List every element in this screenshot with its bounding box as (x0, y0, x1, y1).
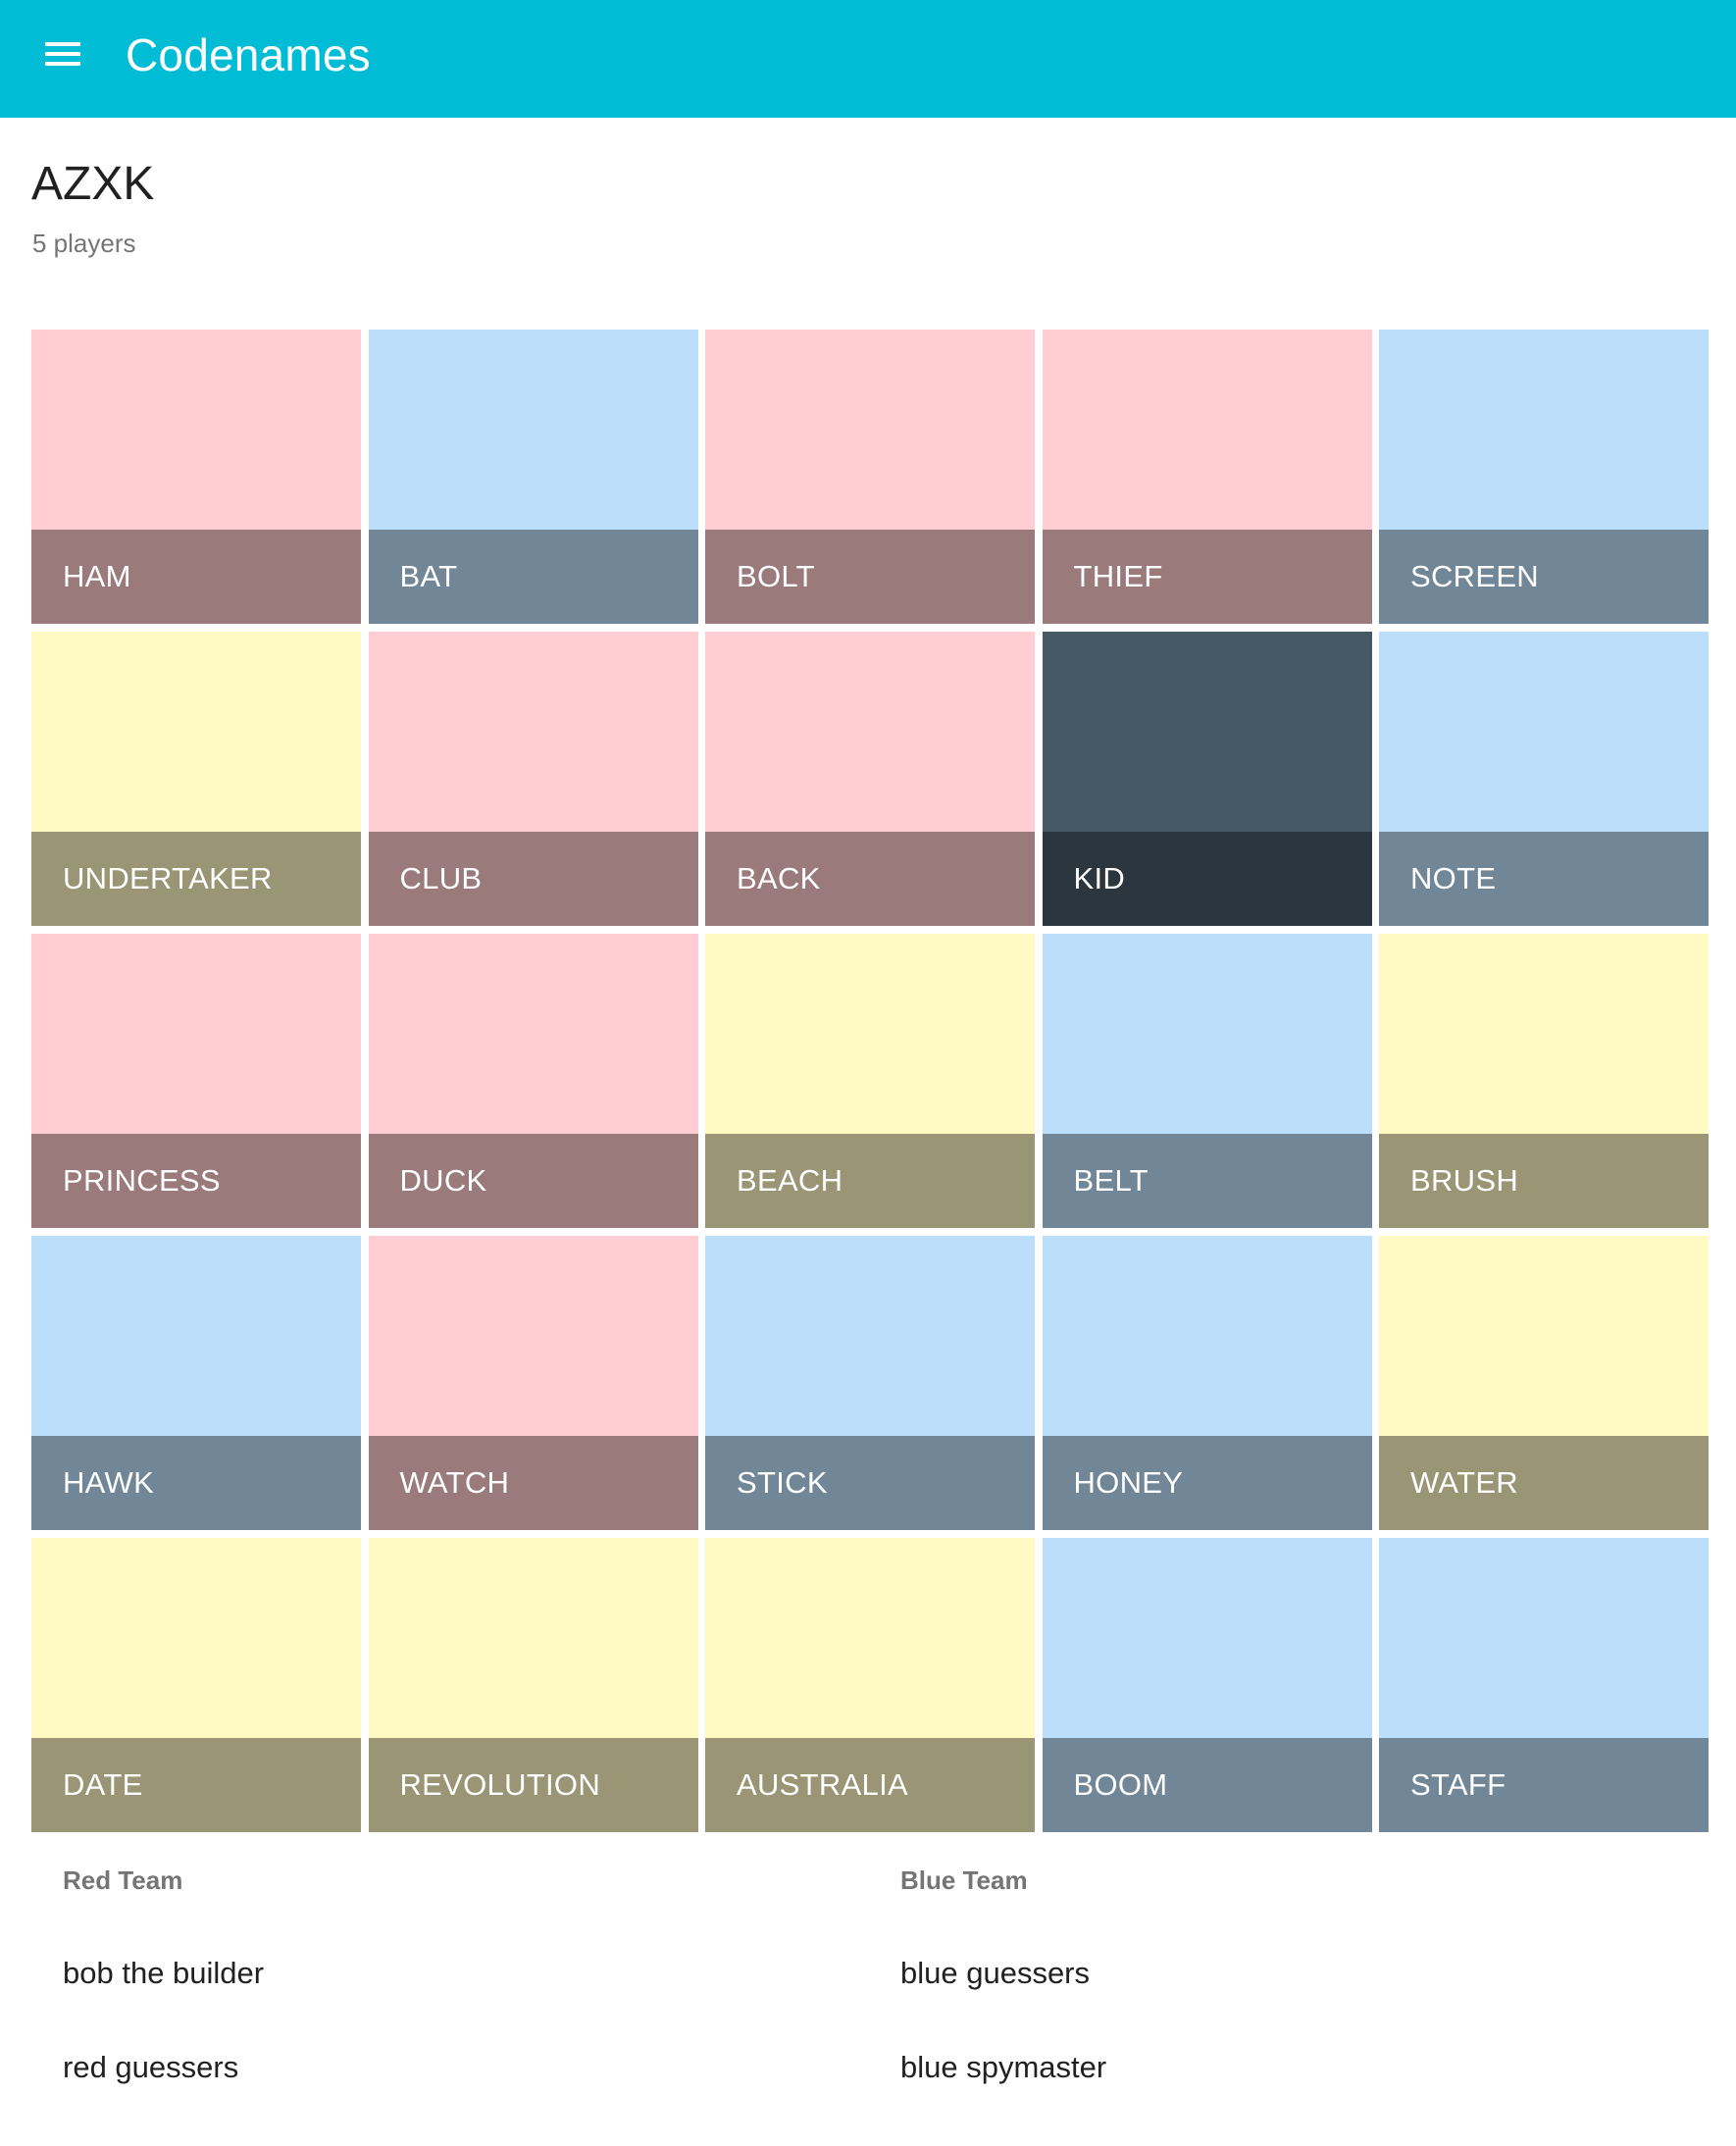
word-card-revolution[interactable]: REVOLUTION (368, 1538, 698, 1832)
word-card-label: SCREEN (1410, 559, 1539, 593)
word-card-label: STAFF (1410, 1767, 1506, 1802)
word-card-label: WATCH (399, 1465, 510, 1500)
word-card-label: BAT (399, 559, 458, 593)
word-card-label-band: CLUB (368, 832, 698, 926)
word-card-label: BOLT (737, 559, 815, 593)
menu-bar-middle (45, 52, 80, 56)
player-count: 5 players (32, 229, 136, 258)
word-card-label-band: WATER (1379, 1436, 1709, 1530)
word-card-label-band: BOOM (1042, 1738, 1372, 1832)
word-card-screen[interactable]: SCREEN (1379, 330, 1709, 624)
word-card-label: BACK (737, 861, 821, 895)
word-card-date[interactable]: DATE (31, 1538, 361, 1832)
hamburger-menu-icon[interactable] (35, 26, 90, 80)
word-card-label: REVOLUTION (399, 1767, 601, 1802)
word-card-brush[interactable]: BRUSH (1379, 934, 1709, 1228)
blue-team-header: Blue Team (900, 1865, 1028, 1895)
word-card-label-band: STICK (705, 1436, 1035, 1530)
word-card-label-band: UNDERTAKER (31, 832, 361, 926)
word-card-duck[interactable]: DUCK (368, 934, 698, 1228)
word-card-princess[interactable]: PRINCESS (31, 934, 361, 1228)
word-card-label-band: WATCH (368, 1436, 698, 1530)
word-card-note[interactable]: NOTE (1379, 632, 1709, 926)
menu-bar-top (45, 42, 80, 46)
word-card-label: HAM (63, 559, 131, 593)
word-card-label: BOOM (1073, 1767, 1168, 1802)
word-card-stick[interactable]: STICK (705, 1236, 1035, 1530)
blue-team-member[interactable]: blue guessers (900, 1954, 1090, 1993)
word-card-watch[interactable]: WATCH (368, 1236, 698, 1530)
word-card-label: HONEY (1073, 1465, 1184, 1500)
word-card-beach[interactable]: BEACH (705, 934, 1035, 1228)
word-card-label-band: BELT (1042, 1134, 1372, 1228)
word-card-label-band: PRINCESS (31, 1134, 361, 1228)
word-card-label: NOTE (1410, 861, 1497, 895)
word-card-label: KID (1073, 861, 1126, 895)
word-card-label-band: THIEF (1042, 530, 1372, 624)
word-card-label: BELT (1073, 1163, 1149, 1198)
word-card-label-band: HAM (31, 530, 361, 624)
word-card-label-band: AUSTRALIA (705, 1738, 1035, 1832)
app-bar: Codenames (0, 0, 1736, 118)
word-card-back[interactable]: BACK (705, 632, 1035, 926)
word-card-belt[interactable]: BELT (1042, 934, 1372, 1228)
word-card-label: DUCK (399, 1163, 487, 1198)
word-card-water[interactable]: WATER (1379, 1236, 1709, 1530)
word-card-hawk[interactable]: HAWK (31, 1236, 361, 1530)
word-card-label-band: BRUSH (1379, 1134, 1709, 1228)
word-card-honey[interactable]: HONEY (1042, 1236, 1372, 1530)
word-card-label: AUSTRALIA (737, 1767, 908, 1802)
word-card-label-band: HONEY (1042, 1436, 1372, 1530)
word-card-kid[interactable]: KID (1042, 632, 1372, 926)
word-card-club[interactable]: CLUB (368, 632, 698, 926)
game-board: HAM BAT BOLT THIEF SCREEN UNDERTAKER CLUB BACK K… (31, 330, 1709, 1832)
word-card-label-band: SCREEN (1379, 530, 1709, 624)
red-team-member[interactable]: red guessers (63, 2048, 238, 2087)
word-card-label: DATE (63, 1767, 143, 1802)
word-card-bolt[interactable]: BOLT (705, 330, 1035, 624)
word-card-label: BRUSH (1410, 1163, 1519, 1198)
word-card-label: HAWK (63, 1465, 155, 1500)
word-card-bat[interactable]: BAT (368, 330, 698, 624)
word-card-label: THIEF (1073, 559, 1163, 593)
word-card-boom[interactable]: BOOM (1042, 1538, 1372, 1832)
word-card-undertaker[interactable]: UNDERTAKER (31, 632, 361, 926)
menu-bar-bottom (45, 62, 80, 66)
word-card-ham[interactable]: HAM (31, 330, 361, 624)
word-card-label-band: KID (1042, 832, 1372, 926)
game-code-title: AZXK (31, 158, 155, 210)
red-team-member[interactable]: bob the builder (63, 1954, 264, 1993)
word-card-label-band: REVOLUTION (368, 1738, 698, 1832)
word-card-label: PRINCESS (63, 1163, 221, 1198)
red-team-header: Red Team (63, 1865, 183, 1895)
word-card-label: WATER (1410, 1465, 1518, 1500)
word-card-label: UNDERTAKER (63, 861, 273, 895)
word-card-australia[interactable]: AUSTRALIA (705, 1538, 1035, 1832)
word-card-label-band: BAT (368, 530, 698, 624)
word-card-label-band: DUCK (368, 1134, 698, 1228)
word-card-label-band: HAWK (31, 1436, 361, 1530)
word-card-thief[interactable]: THIEF (1042, 330, 1372, 624)
word-card-label-band: BEACH (705, 1134, 1035, 1228)
word-card-label-band: BOLT (705, 530, 1035, 624)
word-card-label: BEACH (737, 1163, 843, 1198)
word-card-label: CLUB (399, 861, 483, 895)
word-card-label: STICK (737, 1465, 828, 1500)
blue-team-member[interactable]: blue spymaster (900, 2048, 1106, 2087)
word-card-label-band: BACK (705, 832, 1035, 926)
word-card-label-band: STAFF (1379, 1738, 1709, 1832)
word-card-label-band: NOTE (1379, 832, 1709, 926)
word-card-label-band: DATE (31, 1738, 361, 1832)
word-card-staff[interactable]: STAFF (1379, 1538, 1709, 1832)
app-title: Codenames (126, 29, 371, 80)
